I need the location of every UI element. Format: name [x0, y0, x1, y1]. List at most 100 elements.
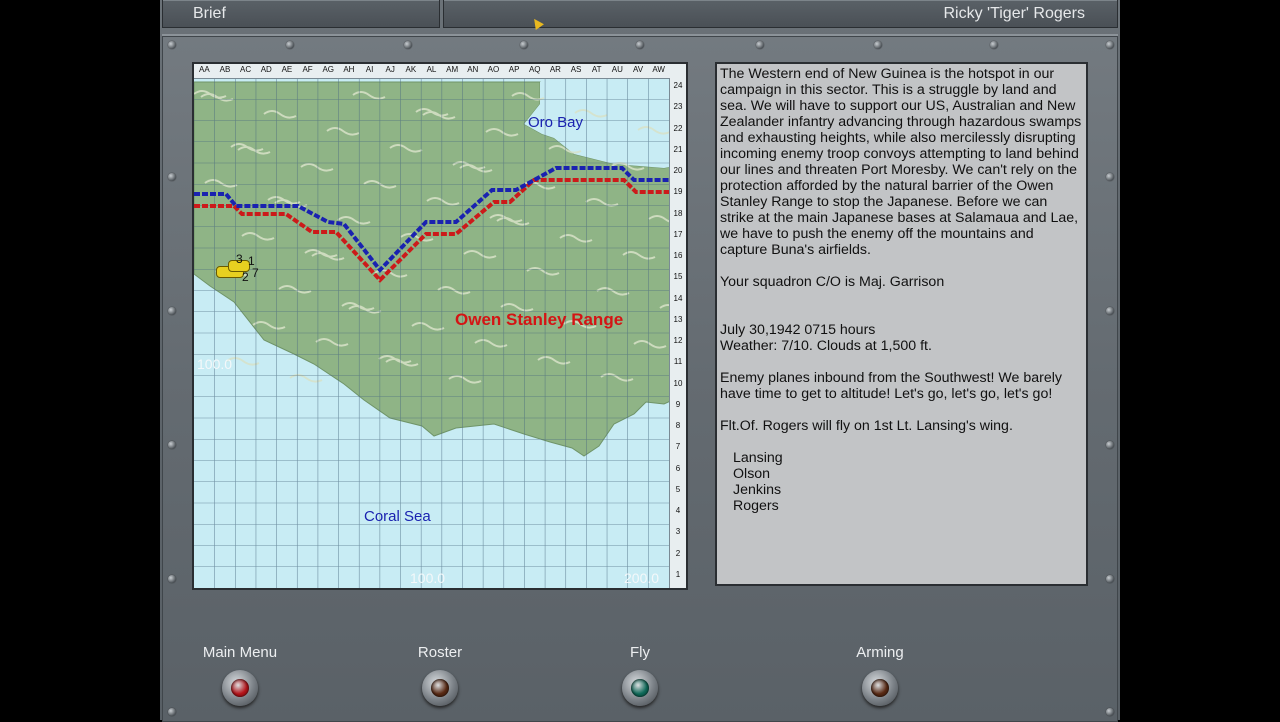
- weather-line: Weather: 7/10. Clouds at 1,500 ft.: [720, 338, 932, 354]
- briefing-paragraph: The Western end of New Guinea is the hot…: [720, 66, 1086, 258]
- flight-number: 2: [242, 270, 249, 284]
- rivet-icon: [1106, 307, 1114, 315]
- map-row-label: 16: [673, 251, 683, 260]
- rivet-icon: [1106, 41, 1114, 49]
- rivet-icon: [756, 41, 764, 49]
- map-column-label: AO: [487, 65, 500, 74]
- fly-label: Fly: [630, 644, 650, 661]
- map-column-label: AI: [365, 65, 374, 74]
- map-row-label: 13: [673, 314, 683, 324]
- pilot-entry: Lansing: [733, 450, 783, 466]
- map-column-label: AP: [508, 65, 520, 74]
- rivet-icon: [636, 41, 644, 49]
- pilot-entry: Rogers: [733, 498, 779, 514]
- map-row-label: 21: [673, 144, 683, 154]
- scale-label-bottom-mid: 100.0: [410, 570, 446, 586]
- map-row-label: 24: [673, 81, 683, 90]
- rivet-icon: [168, 575, 176, 583]
- map-row-label: 14: [673, 293, 683, 303]
- rivet-icon: [168, 173, 176, 181]
- roster-button[interactable]: Roster: [380, 644, 500, 706]
- flight-number: 7: [252, 266, 259, 280]
- rivet-icon: [168, 708, 176, 716]
- map-row-label: 3: [675, 527, 681, 537]
- flight-marker[interactable]: 3 1 2 7: [214, 252, 260, 284]
- rivet-icon: [990, 41, 998, 49]
- mission-map[interactable]: AA AB AC AD AE AF AG AH AI AJ AK AL AM AN AO AP AQ AR AS AT…: [192, 62, 688, 590]
- rivet-icon: [1106, 441, 1114, 449]
- arming-knob-icon[interactable]: [862, 670, 898, 706]
- roster-label: Roster: [417, 644, 463, 661]
- map-column-label: AU: [611, 65, 623, 74]
- arming-button[interactable]: Arming: [820, 644, 940, 706]
- map-row-label: 12: [673, 336, 683, 345]
- map-row-label: 6: [675, 463, 681, 473]
- screen-frame: Brief Ricky 'Tiger' Rogers AA AB AC AD A…: [160, 0, 1120, 722]
- fly-button[interactable]: Fly: [580, 644, 700, 706]
- map-column-label: AF: [302, 65, 313, 74]
- map-column-label: AM: [446, 65, 459, 74]
- map-column-label: AN: [467, 65, 479, 74]
- oro-bay-label: Oro Bay: [528, 114, 584, 131]
- map-row-label: 17: [673, 229, 683, 239]
- indicator-light-icon: [231, 679, 249, 697]
- map-row-label: 23: [673, 102, 683, 112]
- map-row-label: 15: [673, 272, 683, 282]
- scale-label-left: 100.0: [197, 356, 233, 372]
- map-row-labels: 24 23 22 21 20 19 18 17 16 15 14 13 12 11 10 9 8 7 6 5 4 3 2 1: [669, 78, 686, 588]
- map-column-label: AS: [570, 65, 582, 74]
- fly-knob-icon[interactable]: [622, 670, 658, 706]
- map-column-label: AT: [591, 65, 602, 74]
- map-column-label: AQ: [528, 65, 541, 74]
- map-column-label: AC: [240, 65, 252, 74]
- map-row-label: 11: [673, 357, 683, 367]
- rivet-icon: [168, 41, 176, 49]
- map-column-label: AV: [632, 65, 644, 74]
- main-menu-label: Main Menu: [202, 644, 278, 661]
- map-column-label: AL: [426, 65, 437, 74]
- map-column-label: AW: [652, 65, 665, 74]
- assignment-line: Flt.Of. Rogers will fly on 1st Lt. Lansi…: [720, 418, 1013, 434]
- map-row-label: 5: [675, 484, 681, 494]
- rivet-icon: [1106, 173, 1114, 181]
- scale-label-bottom-right: 200.0: [624, 570, 660, 586]
- rivet-icon: [1106, 575, 1114, 583]
- indicator-light-icon: [871, 679, 889, 697]
- indicator-light-icon: [431, 679, 449, 697]
- pilot-entry: Jenkins: [733, 482, 782, 498]
- main-menu-knob-icon[interactable]: [222, 670, 258, 706]
- rivet-icon: [520, 41, 528, 49]
- map-column-label: AK: [405, 65, 417, 74]
- indicator-light-icon: [631, 679, 649, 697]
- map-row-label: 4: [675, 506, 681, 515]
- briefing-panel: AA AB AC AD AE AF AG AH AI AJ AK AL AM AN AO AP AQ AR AS AT…: [162, 34, 1118, 722]
- map-column-label: AG: [322, 65, 334, 74]
- flight-number: 3: [236, 252, 243, 266]
- pilot-entry: Olson: [733, 466, 771, 482]
- map-row-label: 8: [675, 421, 681, 430]
- map-row-label: 10: [673, 378, 683, 388]
- situation-paragraph: Enemy planes inbound from the Southwest!…: [720, 370, 1066, 402]
- map-row-label: 1: [675, 569, 681, 579]
- map-column-label: AB: [219, 65, 231, 74]
- rivet-icon: [286, 41, 294, 49]
- map-row-label: 9: [675, 399, 681, 409]
- map-column-label: AJ: [385, 65, 395, 74]
- main-menu-button[interactable]: Main Menu: [180, 644, 300, 706]
- map-row-label: 22: [673, 123, 683, 133]
- map-column-label: AR: [549, 65, 561, 74]
- rivet-icon: [874, 41, 882, 49]
- map-column-label: AE: [281, 65, 293, 74]
- flight-roster: Lansing Olson Jenkins Rogers: [720, 450, 1082, 514]
- map-row-label: 19: [673, 187, 683, 197]
- roster-knob-icon[interactable]: [422, 670, 458, 706]
- map-column-label: AD: [260, 65, 272, 74]
- coral-sea-label: Coral Sea: [364, 508, 431, 525]
- map-row-label: 18: [673, 208, 683, 218]
- map-row-label: 7: [675, 442, 681, 452]
- commander-line: Your squadron C/O is Maj. Garrison: [720, 274, 945, 290]
- briefing-text: The Western end of New Guinea is the hot…: [715, 62, 1088, 586]
- screen-title: Brief: [162, 0, 440, 28]
- mission-datetime: July 30,1942 0715 hours: [720, 322, 876, 338]
- owen-stanley-label: Owen Stanley Range: [455, 310, 624, 329]
